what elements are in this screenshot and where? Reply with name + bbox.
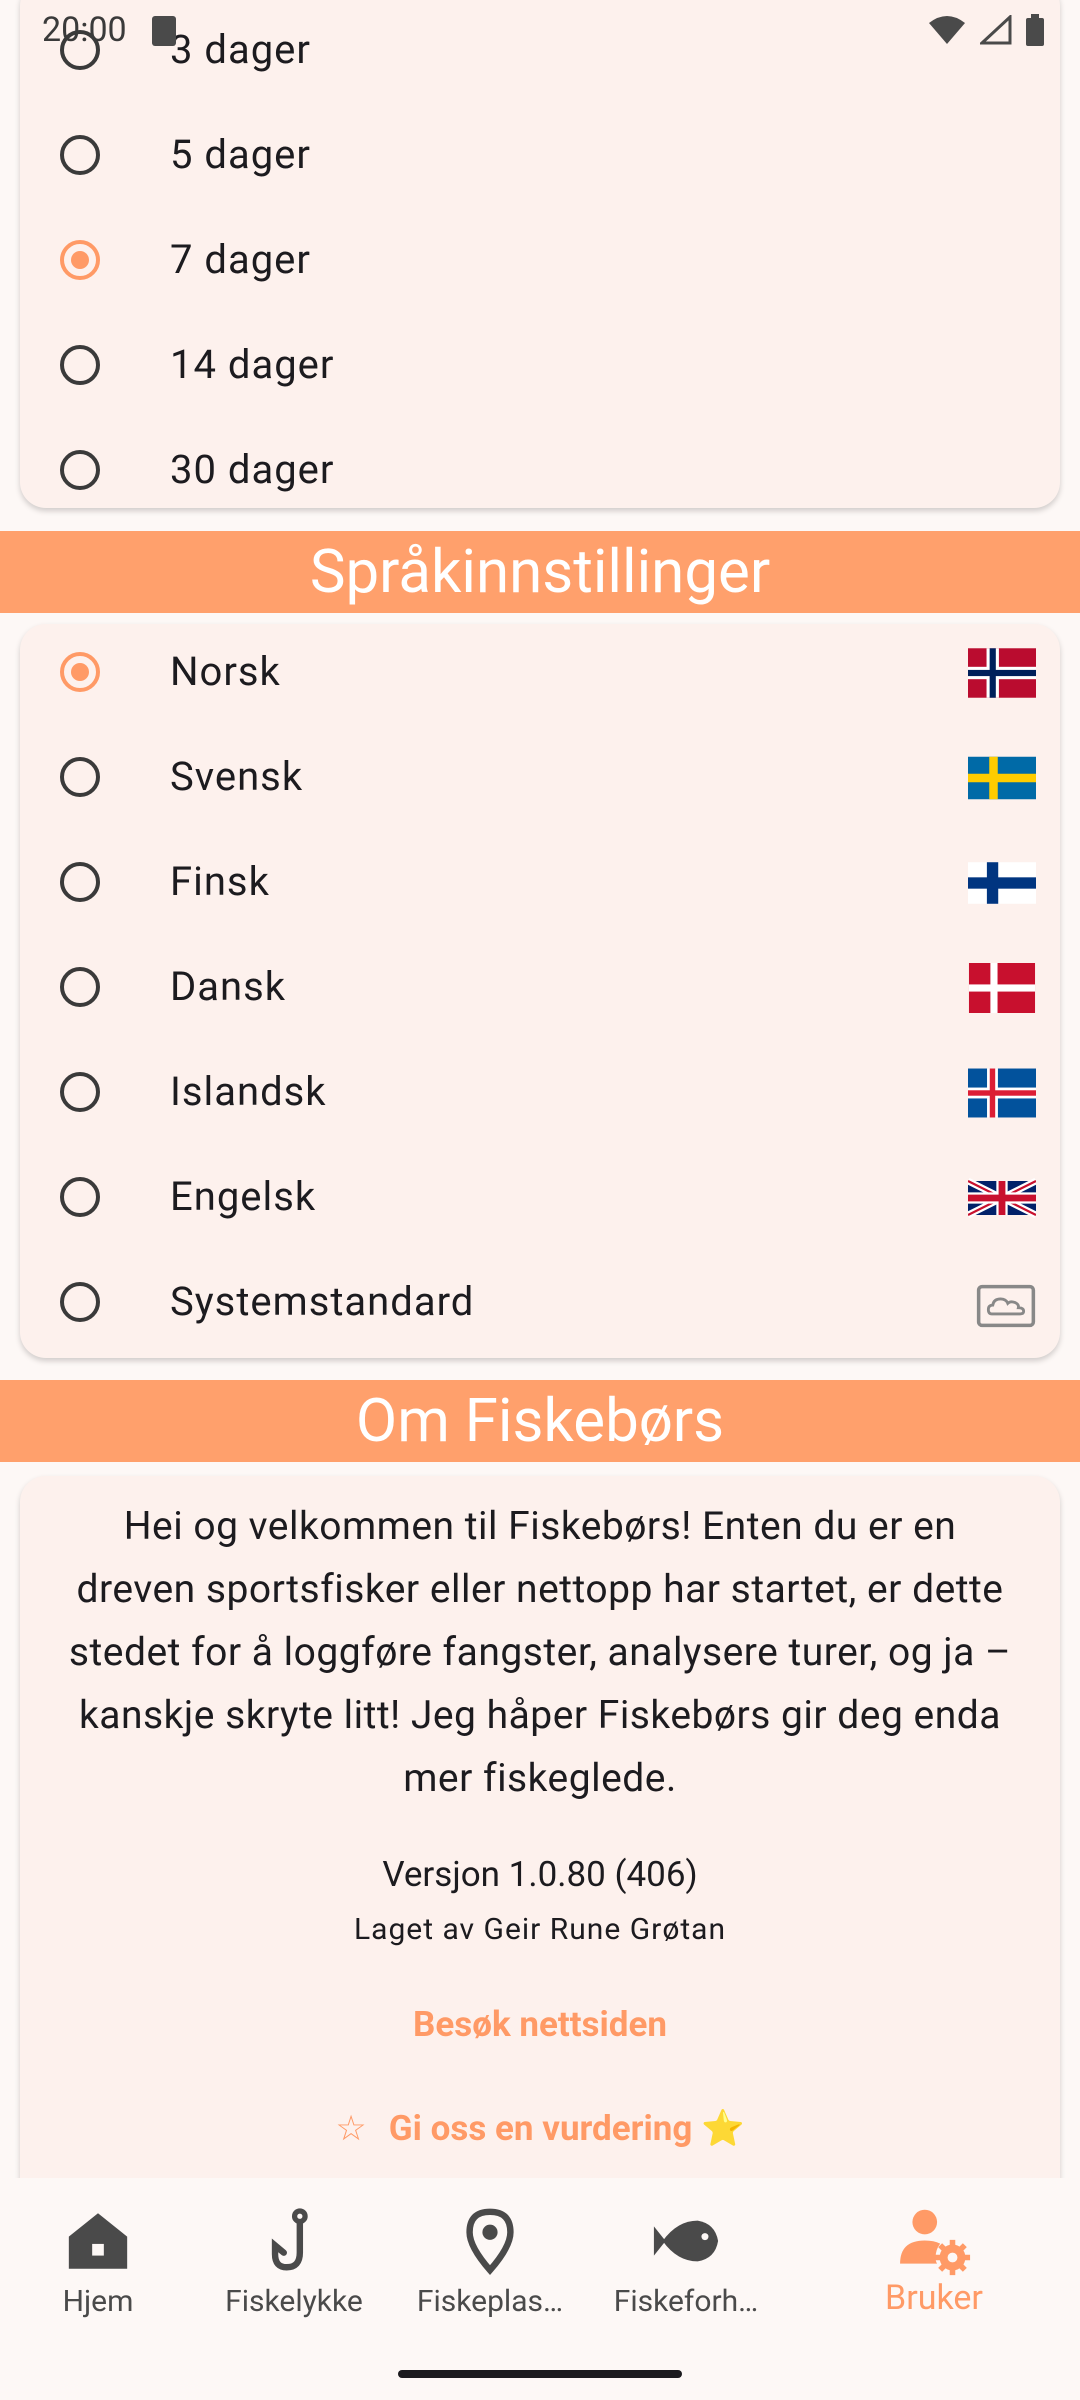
option-label: Islandsk	[170, 1068, 327, 1115]
flag-norway-icon	[968, 648, 1036, 698]
battery-icon	[1026, 14, 1044, 46]
fishhook-icon	[271, 2208, 308, 2271]
nav-label: Fiskelykke	[225, 2284, 363, 2319]
visit-website-link[interactable]: Besøk nettsiden	[0, 2004, 1080, 2045]
app-author: Laget av Geir Rune Grøtan	[353, 1912, 727, 1947]
language-option-norsk[interactable]: Norsk	[20, 624, 1060, 729]
radio-button[interactable]	[60, 135, 100, 175]
star-outline-icon: ☆	[335, 2108, 367, 2149]
flag-uk-icon	[968, 1177, 1036, 1219]
radio-button[interactable]	[60, 757, 100, 797]
home-indicator[interactable]	[398, 2370, 682, 2378]
language-option-engelsk[interactable]: Engelsk	[20, 1149, 1060, 1254]
flag-iceland-icon	[968, 1068, 1036, 1118]
about-description: Hei og velkommen til Fiskebørs! Enten du…	[68, 1503, 1012, 1801]
option-label: 7 dager	[170, 236, 311, 283]
radio-button[interactable]	[60, 862, 100, 902]
rate-app-button[interactable]: ☆ Gi oss en vurdering ⭐	[0, 2108, 1080, 2149]
option-label: Dansk	[170, 963, 287, 1010]
language-option-islandsk[interactable]: Islandsk	[20, 1044, 1060, 1149]
language-option-system[interactable]: Systemstandard	[20, 1254, 1060, 1359]
radio-button[interactable]	[60, 240, 100, 280]
flag-denmark-icon	[968, 963, 1036, 1013]
nav-item-bruker[interactable]: Bruker	[836, 2178, 1032, 2328]
duration-option[interactable]: 14 dager	[20, 317, 1060, 422]
language-option-dansk[interactable]: Dansk	[20, 939, 1060, 1044]
duration-option[interactable]: 30 dager	[20, 422, 1060, 527]
radio-button[interactable]	[60, 1282, 100, 1322]
option-label: Svensk	[170, 753, 304, 800]
about-section-title: Om Fiskebørs	[0, 1380, 1080, 1462]
user-settings-icon	[900, 2209, 971, 2276]
option-label: 14 dager	[170, 341, 335, 388]
sim-card-icon	[152, 16, 176, 46]
duration-option[interactable]: 7 dager	[20, 212, 1060, 317]
language-option-finsk[interactable]: Finsk	[20, 834, 1060, 939]
nav-item-fiskelykke[interactable]: Fiskelykke	[196, 2178, 392, 2328]
option-label: Finsk	[170, 858, 270, 905]
option-label: Norsk	[170, 648, 281, 695]
app-version: Versjon 1.0.80 (406)	[382, 1854, 698, 1895]
cell-signal-icon	[980, 15, 1012, 45]
nav-label: Hjem	[62, 2284, 134, 2319]
wifi-icon	[929, 16, 965, 44]
nav-item-fiskeplasser[interactable]: Fiskeplas…	[392, 2178, 588, 2328]
status-time: 20:00	[42, 10, 127, 50]
home-icon	[68, 2213, 128, 2269]
radio-button[interactable]	[60, 652, 100, 692]
flag-finland-icon	[968, 862, 1036, 904]
radio-button[interactable]	[60, 1177, 100, 1217]
option-label: Systemstandard	[170, 1278, 475, 1325]
fish-icon	[653, 2220, 719, 2262]
radio-button[interactable]	[60, 967, 100, 1007]
language-section-title: Språkinnstillinger	[0, 531, 1080, 613]
location-pin-icon	[466, 2208, 514, 2276]
system-default-icon	[976, 1284, 1036, 1328]
duration-option[interactable]: 5 dager	[20, 107, 1060, 212]
nav-item-hjem[interactable]: Hjem	[0, 2178, 196, 2328]
option-label: 30 dager	[170, 446, 335, 493]
nav-label: Bruker	[885, 2278, 983, 2318]
status-icons	[928, 14, 1044, 46]
duration-options-card: 3 dager 5 dager 7 dager 14 dager 30 dage…	[20, 0, 1060, 508]
language-option-svensk[interactable]: Svensk	[20, 729, 1060, 834]
option-label: 5 dager	[170, 131, 311, 178]
nav-label: Fiskeplas…	[416, 2284, 564, 2319]
status-bar: 20:00	[0, 0, 1080, 66]
nav-item-fiskeforhold[interactable]: Fiskeforh…	[588, 2178, 784, 2328]
radio-button[interactable]	[60, 1072, 100, 1112]
rate-app-label: Gi oss en vurdering ⭐	[388, 2108, 745, 2149]
radio-button[interactable]	[60, 450, 100, 490]
radio-button[interactable]	[60, 345, 100, 385]
flag-sweden-icon	[968, 756, 1036, 800]
nav-label: Fiskeforh…	[613, 2284, 759, 2319]
bottom-navigation: Hjem Fiskelykke Fiskeplas… Fiskeforh… Br…	[0, 2178, 1080, 2400]
option-label: Engelsk	[170, 1173, 317, 1220]
language-options-card: Norsk Svensk Finsk Dansk Islandsk Engels…	[20, 624, 1060, 1358]
